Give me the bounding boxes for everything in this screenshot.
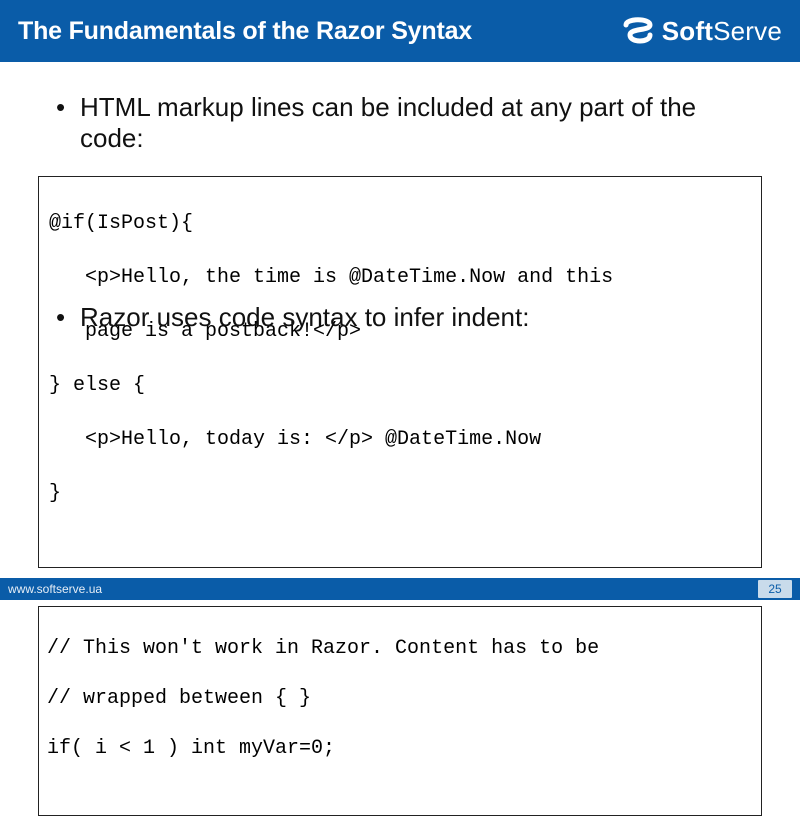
bullet-2-text: Razor uses code syntax to infer indent: [80, 302, 529, 332]
footer-url: www.softserve.ua [8, 582, 102, 596]
slide-body: HTML markup lines can be included at any… [0, 62, 800, 816]
code1-line: @if(IsPost){ [49, 210, 751, 237]
code2-line: // wrapped between { } [47, 686, 753, 711]
brand-logo-icon [620, 13, 656, 49]
page-number: 25 [758, 580, 792, 598]
brand-name-light: Serve [713, 16, 782, 46]
slide: The Fundamentals of the Razor Syntax Sof… [0, 0, 800, 600]
code-block-1-wrap: @if(IsPost){ <p>Hello, the time is @Date… [38, 176, 762, 568]
bullet-2: Razor uses code syntax to infer indent: [62, 302, 762, 333]
bullet-1-text: HTML markup lines can be included at any… [80, 92, 696, 153]
footer-bar: www.softserve.ua 25 [0, 578, 800, 600]
bullet-1: HTML markup lines can be included at any… [62, 92, 762, 154]
slide-title: The Fundamentals of the Razor Syntax [18, 17, 472, 46]
code1-line: } else { [49, 372, 751, 399]
code-block-1: @if(IsPost){ <p>Hello, the time is @Date… [38, 176, 762, 568]
brand-name-bold: Soft [662, 16, 713, 46]
brand-logo: SoftServe [620, 13, 782, 49]
code1-line: <p>Hello, the time is @DateTime.Now and … [49, 264, 751, 291]
code-block-2: // This won't work in Razor. Content has… [38, 606, 762, 816]
code1-line: <p>Hello, today is: </p> @DateTime.Now [49, 426, 751, 453]
brand-name: SoftServe [662, 16, 782, 47]
title-bar: The Fundamentals of the Razor Syntax Sof… [0, 0, 800, 62]
code1-line: } [49, 480, 751, 507]
code2-line: if( i < 1 ) int myVar=0; [47, 736, 753, 761]
code2-line: // This won't work in Razor. Content has… [47, 636, 753, 661]
